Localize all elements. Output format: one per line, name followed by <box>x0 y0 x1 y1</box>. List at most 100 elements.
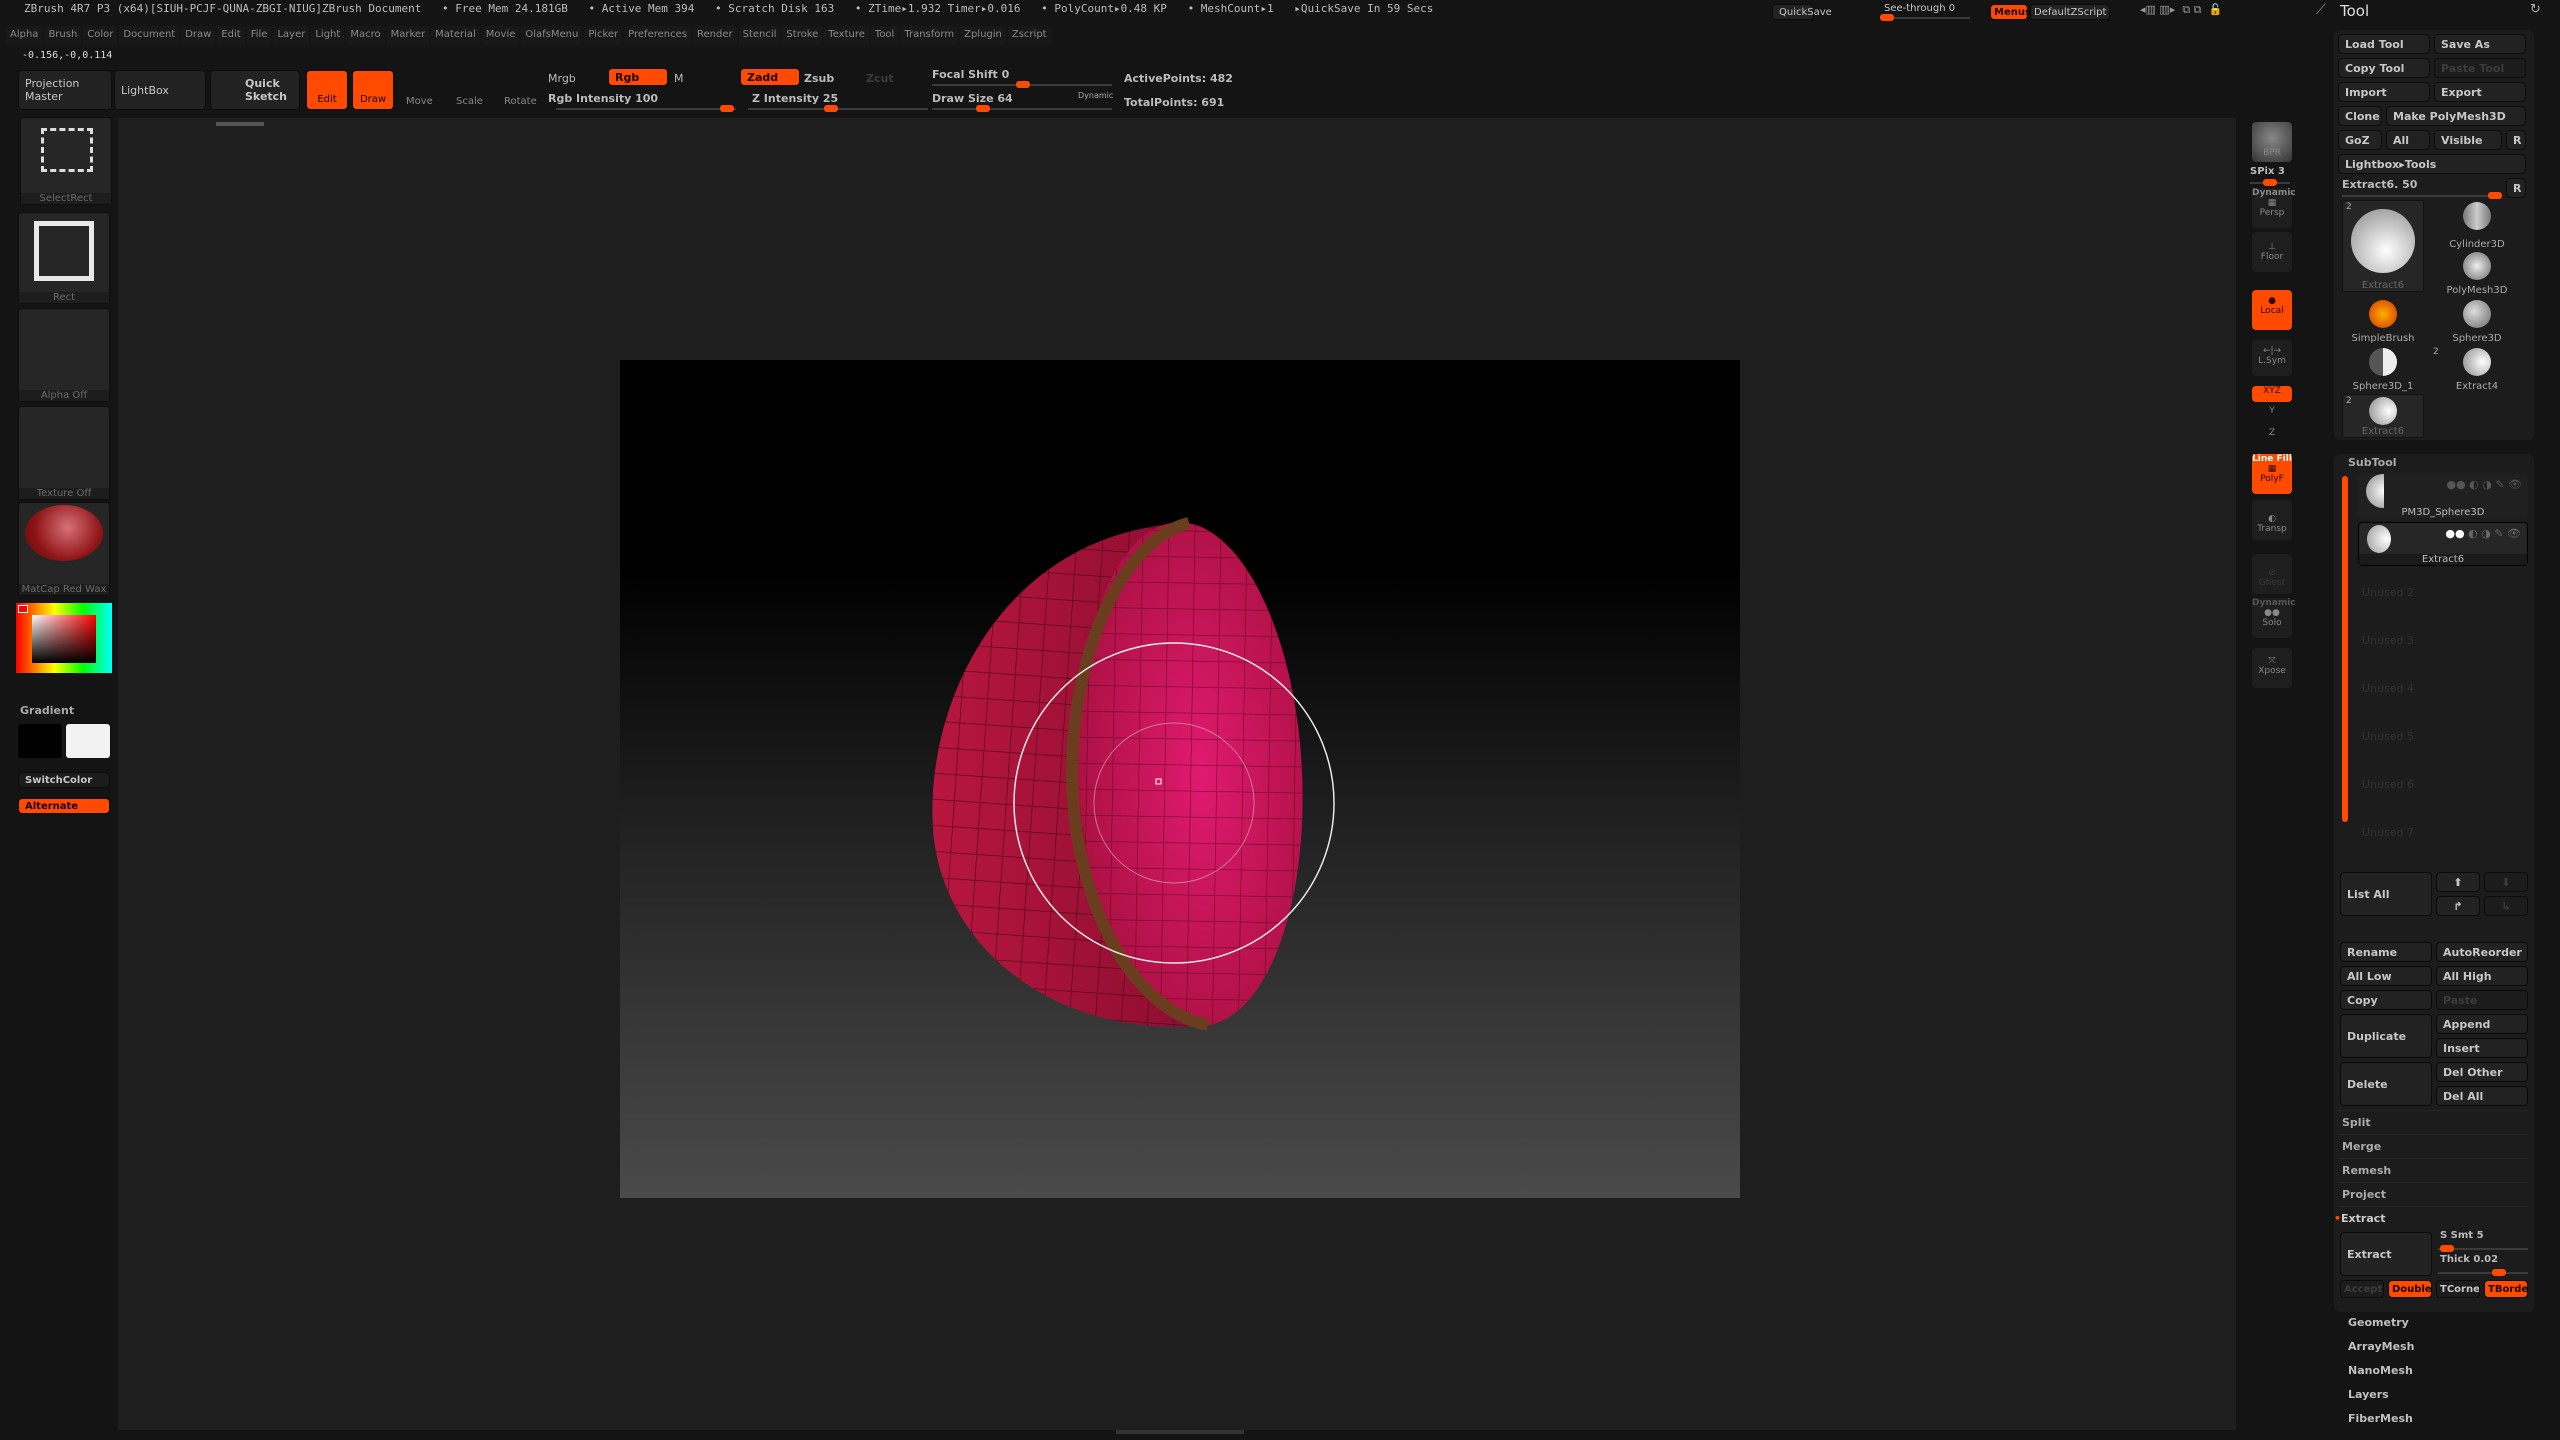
transp-button[interactable]: ◐ Transp <box>2252 500 2292 540</box>
tool-thumb-extract6[interactable]: 2 Extract6 <box>2342 200 2424 292</box>
insert-button[interactable]: Insert <box>2436 1038 2528 1058</box>
edit-button[interactable]: Edit <box>306 70 348 110</box>
move-up-button[interactable]: ⬆ <box>2436 872 2480 892</box>
export-button[interactable]: Export <box>2434 82 2526 102</box>
menu-movie[interactable]: Movie <box>481 26 520 46</box>
subtool-visibility-icons[interactable]: ●● ◐ ◑ ✎ 👁 <box>2445 527 2521 540</box>
move-down-button[interactable]: ⬇ <box>2484 872 2528 892</box>
del-other-button[interactable]: Del Other <box>2436 1062 2528 1082</box>
projection-master-button[interactable]: Projection Master <box>18 70 112 110</box>
tool-thumb-sphere3d_1[interactable]: Sphere3D_1 <box>2342 346 2424 392</box>
subpalette-geometry[interactable]: Geometry <box>2348 1316 2409 1329</box>
tool-thumb-simplebrush[interactable]: SimpleBrush <box>2342 298 2424 344</box>
autoreorder-button[interactable]: AutoReorder <box>2436 942 2528 962</box>
menu-render[interactable]: Render <box>692 26 737 46</box>
tool-r-button[interactable]: R <box>2506 178 2526 198</box>
focal-shift-slider[interactable] <box>932 81 1112 88</box>
move-down-arrow-button[interactable]: ↳ <box>2484 896 2528 916</box>
quicksave-button[interactable]: QuickSave <box>1772 4 1832 20</box>
menu-light[interactable]: Light <box>311 26 345 46</box>
menu-transform[interactable]: Transform <box>900 26 959 46</box>
thick-slider[interactable] <box>2438 1269 2528 1276</box>
menu-edit[interactable]: Edit <box>217 26 245 46</box>
quick-sketch-button[interactable]: Quick Sketch <box>210 70 300 110</box>
menu-zplugin[interactable]: Zplugin <box>960 26 1006 46</box>
goz-all-button[interactable]: All <box>2386 130 2430 150</box>
subtool-item-selected[interactable]: ●● ◐ ◑ ✎ 👁 Extract6 <box>2358 522 2528 566</box>
append-button[interactable]: Append <box>2436 1014 2528 1034</box>
move-button[interactable]: Move <box>406 96 433 107</box>
rename-button[interactable]: Rename <box>2340 942 2432 962</box>
subtool-unused-slot[interactable]: Unused 4 <box>2362 682 2414 695</box>
menu-file[interactable]: File <box>246 26 272 46</box>
menu-texture[interactable]: Texture <box>824 26 869 46</box>
subtool-unused-slot[interactable]: Unused 3 <box>2362 634 2414 647</box>
del-all-button[interactable]: Del All <box>2436 1086 2528 1106</box>
canvas-scrollbar[interactable] <box>216 122 264 126</box>
bpr-button[interactable]: BPR <box>2252 122 2292 162</box>
paste-tool-button[interactable]: Paste Tool <box>2434 58 2526 78</box>
menus-button[interactable]: Menus <box>1990 4 2031 20</box>
all-low-button[interactable]: All Low <box>2340 966 2432 986</box>
subtool-unused-slot[interactable]: Unused 2 <box>2362 586 2414 599</box>
draw-button[interactable]: Draw <box>352 70 394 110</box>
persp-button[interactable]: Dynamic ▦ Persp <box>2252 188 2296 228</box>
menu-picker[interactable]: Picker <box>584 26 623 46</box>
menu-document[interactable]: Document <box>119 26 180 46</box>
delete-button[interactable]: Delete <box>2340 1062 2432 1106</box>
extract-section[interactable]: •Extract <box>2334 1206 2528 1230</box>
double-button[interactable]: Double <box>2388 1280 2432 1298</box>
subtool-unused-slot[interactable]: Unused 6 <box>2362 778 2414 791</box>
menu-tool[interactable]: Tool <box>870 26 899 46</box>
tool-pin-icon[interactable]: ⟋ <box>2316 2 2326 18</box>
list-all-button[interactable]: List All <box>2340 872 2432 916</box>
rotate-button[interactable]: Rotate <box>504 96 537 107</box>
lightbox-button[interactable]: LightBox <box>114 70 206 110</box>
tool-thumb-extract4[interactable]: 2 Extract4 <box>2430 346 2524 392</box>
menu-marker[interactable]: Marker <box>386 26 430 46</box>
solo-button[interactable]: Dynamic ●● Solo <box>2252 598 2296 638</box>
zadd-button[interactable]: Zadd <box>740 68 800 86</box>
draw-size-slider[interactable] <box>932 105 1112 112</box>
brush-selector[interactable]: Rect <box>18 212 110 304</box>
menu-color[interactable]: Color <box>83 26 118 46</box>
tborder-button[interactable]: TBorde <box>2484 1280 2528 1298</box>
all-high-button[interactable]: All High <box>2436 966 2528 986</box>
primary-color-swatch[interactable] <box>66 724 110 758</box>
rgb-button[interactable]: Rgb <box>608 68 668 86</box>
color-picker[interactable] <box>16 603 112 673</box>
copy-tool-button[interactable]: Copy Tool <box>2338 58 2430 78</box>
paste-button[interactable]: Paste <box>2436 990 2528 1010</box>
menu-material[interactable]: Material <box>431 26 480 46</box>
menu-olafsmenu[interactable]: OlafsMenu <box>521 26 583 46</box>
move-up-arrow-button[interactable]: ↱ <box>2436 896 2480 916</box>
color-square[interactable] <box>32 615 96 663</box>
accept-button[interactable]: Accept <box>2340 1280 2384 1298</box>
tool-slider[interactable] <box>2342 192 2502 199</box>
subpalette-layers[interactable]: Layers <box>2348 1388 2389 1401</box>
scale-button[interactable]: Scale <box>456 96 483 107</box>
lightbox-tools-button[interactable]: Lightbox▸Tools <box>2338 154 2526 174</box>
subpalette-arraymesh[interactable]: ArrayMesh <box>2348 1340 2414 1353</box>
subtool-item[interactable]: ●● ◐ ◑ ✎ 👁 PM3D_Sphere3D <box>2358 474 2528 518</box>
subtool-visibility-icons[interactable]: ●● ◐ ◑ ✎ 👁 <box>2446 478 2522 491</box>
load-tool-button[interactable]: Load Tool <box>2338 34 2430 54</box>
tool-thumb-polymesh3d[interactable]: PolyMesh3D <box>2430 250 2524 296</box>
dynamic-toggle[interactable]: Dynamic <box>1078 91 1113 100</box>
menu-stencil[interactable]: Stencil <box>738 26 781 46</box>
menu-layer[interactable]: Layer <box>273 26 310 46</box>
layout-icons[interactable]: ◂▥ ▥▸ ⧉ ⧉ 🔓 <box>2140 3 2222 17</box>
rgb-intensity-slider[interactable] <box>556 105 736 112</box>
extract-button[interactable]: Extract <box>2340 1232 2432 1276</box>
texture-selector[interactable]: Texture Off <box>18 406 110 500</box>
menu-draw[interactable]: Draw <box>181 26 216 46</box>
mrgb-button[interactable]: Mrgb <box>548 72 576 85</box>
gradient-button[interactable]: Gradient <box>20 704 74 717</box>
panel-reset-icon[interactable]: ↻ <box>2530 2 2541 17</box>
z-intensity-slider[interactable] <box>748 105 928 112</box>
y-rotate-button[interactable]: Y <box>2252 406 2292 422</box>
split-section[interactable]: Split <box>2338 1110 2528 1134</box>
menu-zscript[interactable]: Zscript <box>1007 26 1051 46</box>
s-smt-slider[interactable] <box>2438 1245 2528 1252</box>
subpalette-fibermesh[interactable]: FiberMesh <box>2348 1412 2413 1425</box>
